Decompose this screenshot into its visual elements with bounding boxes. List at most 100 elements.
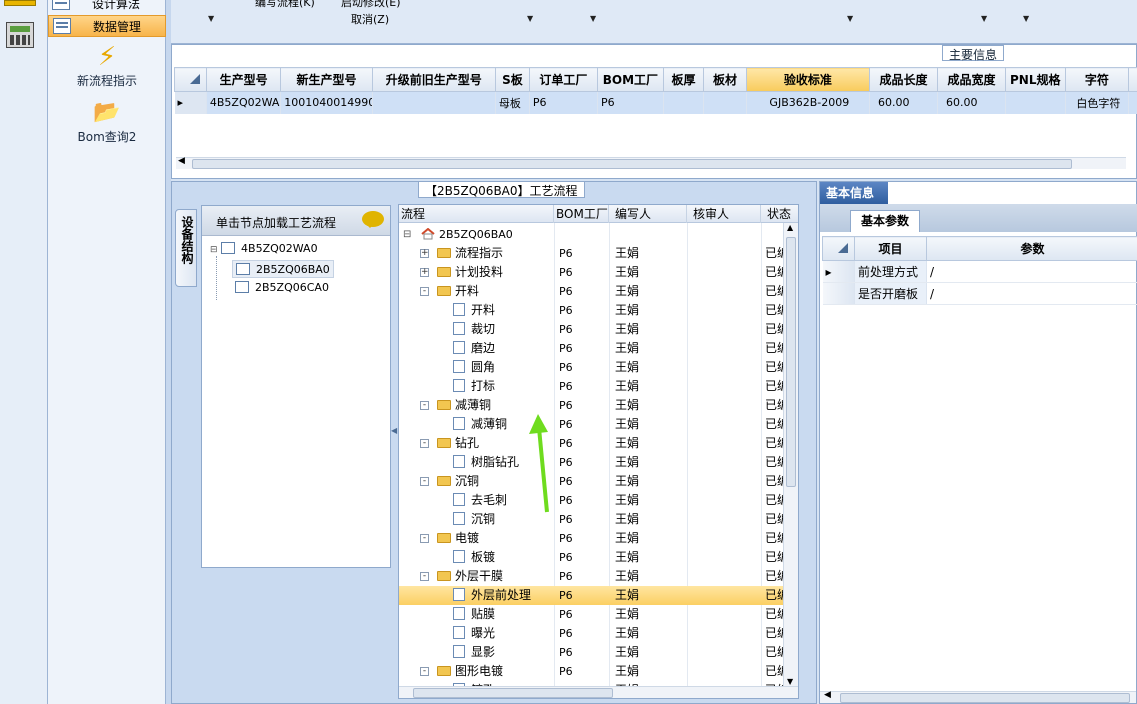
param-value[interactable]: / — [926, 282, 1137, 305]
collapse-icon[interactable]: - — [420, 287, 429, 296]
col-header[interactable]: 生产型号 — [205, 67, 282, 92]
bom-query-launcher[interactable]: 📂 Bom查询2 — [48, 98, 166, 145]
col-header[interactable]: 板厚 — [662, 67, 705, 92]
horizontal-scrollbar[interactable]: ◀ — [176, 156, 1126, 169]
process-step-row[interactable]: 贴膜 P6 王娟 已编写 — [399, 605, 783, 624]
process-step-row[interactable]: 打标 P6 王娟 已编写 — [399, 377, 783, 396]
process-step-row[interactable]: 外层前处理 P6 王娟 已编写 — [399, 586, 783, 605]
collapse-icon[interactable]: - — [420, 667, 429, 676]
vertical-scrollbar[interactable]: ▲ ▼ — [783, 223, 798, 686]
col-header[interactable]: 字符 — [1064, 67, 1130, 92]
scrollbar-thumb[interactable] — [413, 688, 613, 698]
col-header[interactable]: BOM工厂 — [596, 67, 664, 92]
col-header-item[interactable]: 项目 — [854, 236, 927, 261]
status-cell: 已编写 — [765, 550, 783, 564]
process-group-row[interactable]: - 钻孔 P6 王娟 已编写 — [399, 434, 783, 453]
process-group-row[interactable]: - 沉铜 P6 王娟 已编写 — [399, 472, 783, 491]
collapse-icon[interactable]: - — [420, 401, 429, 410]
col-header[interactable]: 阻焊 — [1128, 67, 1137, 92]
col-header[interactable]: 验收标准 — [745, 67, 870, 92]
scrollbar-thumb[interactable] — [786, 237, 796, 487]
start-change-button[interactable]: 启动修改(E) — [341, 0, 401, 10]
dropdown-arrow-icon[interactable]: ▼ — [1023, 14, 1029, 23]
process-step-row[interactable]: 沉铜 P6 王娟 已编写 — [399, 510, 783, 529]
process-step-row[interactable]: 磨边 P6 王娟 已编写 — [399, 339, 783, 358]
scroll-left-icon[interactable]: ◀ — [824, 690, 831, 700]
folder-icon — [437, 476, 451, 486]
col-header[interactable]: S板 — [494, 67, 530, 92]
process-step-row[interactable]: 裁切 P6 王娟 已编写 — [399, 320, 783, 339]
dropdown-arrow-icon[interactable]: ▼ — [527, 14, 533, 23]
expand-icon[interactable]: + — [420, 268, 429, 277]
calculator-icon[interactable] — [6, 22, 34, 48]
tree-root-row[interactable]: ⊟ 2B5ZQ06BA0 — [399, 225, 783, 244]
scroll-left-icon[interactable]: ◀ — [178, 156, 185, 166]
cancel-button[interactable]: 取消(Z) — [351, 11, 389, 27]
param-value[interactable]: / — [926, 260, 1137, 283]
process-group-row[interactable]: - 外层干膜 P6 王娟 已编写 — [399, 567, 783, 586]
stars-icon[interactable] — [4, 0, 36, 6]
process-step-row[interactable]: 去毛刺 P6 王娟 已编写 — [399, 491, 783, 510]
col-header-param[interactable]: 参数 — [926, 236, 1137, 261]
process-group-row[interactable]: + 计划投料 P6 王娟 已编写 — [399, 263, 783, 282]
col-header[interactable]: 成品宽度 — [936, 67, 1007, 92]
bom-factory-cell: P6 — [559, 551, 573, 564]
scroll-down-icon[interactable]: ▼ — [787, 677, 793, 686]
step-name: 流程指示 — [455, 246, 504, 260]
table-row[interactable]: 是否开磨板 / — [822, 282, 1137, 305]
process-step-row[interactable]: 树脂钻孔 P6 王娟 已编写 — [399, 453, 783, 472]
tree-node-child[interactable]: 2B5ZQ06BA0 — [232, 260, 334, 278]
nav-item-design-algorithm[interactable]: 设计算法 — [48, 0, 166, 14]
col-header[interactable]: 新生产型号 — [280, 67, 373, 92]
dropdown-arrow-icon[interactable]: ▼ — [590, 14, 596, 23]
expand-icon[interactable]: + — [420, 249, 429, 258]
collapse-icon[interactable]: - — [420, 534, 429, 543]
horizontal-scrollbar[interactable] — [399, 686, 798, 698]
col-header[interactable]: 订单工厂 — [528, 67, 598, 92]
scrollbar-thumb[interactable] — [840, 693, 1130, 703]
process-step-row[interactable]: 减薄铜 P6 王娟 已编写 — [399, 415, 783, 434]
process-step-row[interactable]: 圆角 P6 王娟 已编写 — [399, 358, 783, 377]
col-header-status[interactable]: 状态 — [761, 205, 798, 223]
tree-node-child[interactable]: 2B5ZQ06CA0 — [235, 279, 329, 297]
nav-item-data-management[interactable]: 数据管理 — [48, 15, 166, 37]
tree-node-root[interactable]: ⊟ 4B5ZQ02WA0 — [210, 240, 318, 258]
process-group-row[interactable]: - 电镀 P6 王娟 已编写 — [399, 529, 783, 548]
process-group-row[interactable]: - 减薄铜 P6 王娟 已编写 — [399, 396, 783, 415]
status-cell: 已编写 — [765, 360, 783, 374]
collapse-icon[interactable]: - — [420, 439, 429, 448]
tab-basic-params[interactable]: 基本参数 — [850, 210, 920, 232]
horizontal-scrollbar[interactable]: ◀ — [820, 690, 1136, 703]
writer-cell: 王娟 — [615, 569, 640, 583]
process-step-row[interactable]: 开料 P6 王娟 已编写 — [399, 301, 783, 320]
new-flow-launcher[interactable]: ⚡ 新流程指示 — [48, 42, 166, 89]
table-row[interactable]: ▸ 4B5ZQ02WA010010400149902母板P6P6GJB362B-… — [174, 91, 1137, 114]
col-header-writer[interactable]: 编写人 — [609, 205, 687, 223]
col-header-reviewer[interactable]: 核审人 — [687, 205, 761, 223]
process-group-row[interactable]: - 开料 P6 王娟 已编写 — [399, 282, 783, 301]
col-header[interactable]: 升级前旧生产型号 — [371, 67, 496, 92]
scroll-up-icon[interactable]: ▲ — [787, 223, 793, 232]
table-row[interactable]: ▸ 前处理方式 / — [822, 260, 1137, 283]
writer-cell: 王娟 — [615, 379, 640, 393]
edit-flow-button[interactable]: 编写流程(K) — [255, 0, 315, 10]
dropdown-arrow-icon[interactable]: ▼ — [208, 14, 214, 23]
collapse-left-icon[interactable]: ◀ — [391, 422, 397, 442]
col-header[interactable]: 成品长度 — [868, 67, 938, 92]
tab-device-structure[interactable]: 设备结构 — [175, 209, 197, 287]
process-step-row[interactable]: 显影 P6 王娟 已编写 — [399, 643, 783, 662]
collapse-icon[interactable]: - — [420, 572, 429, 581]
process-group-row[interactable]: - 图形电镀 P6 王娟 已编写 — [399, 662, 783, 681]
process-group-row[interactable]: + 流程指示 P6 王娟 已编写 — [399, 244, 783, 263]
col-header[interactable]: 板材 — [703, 67, 747, 92]
dropdown-arrow-icon[interactable]: ▼ — [981, 14, 987, 23]
process-step-row[interactable]: 板镀 P6 王娟 已编写 — [399, 548, 783, 567]
process-step-row[interactable]: 曝光 P6 王娟 已编写 — [399, 624, 783, 643]
collapse-icon[interactable]: - — [420, 477, 429, 486]
scrollbar-thumb[interactable] — [192, 159, 1072, 169]
tab-basic-info[interactable]: 基本信息 — [820, 182, 888, 204]
col-header[interactable]: PNL规格 — [1005, 67, 1066, 92]
col-header-bom-factory[interactable]: BOM工厂 — [554, 205, 609, 223]
dropdown-arrow-icon[interactable]: ▼ — [847, 14, 853, 23]
col-header-flow[interactable]: 流程 — [399, 205, 554, 223]
